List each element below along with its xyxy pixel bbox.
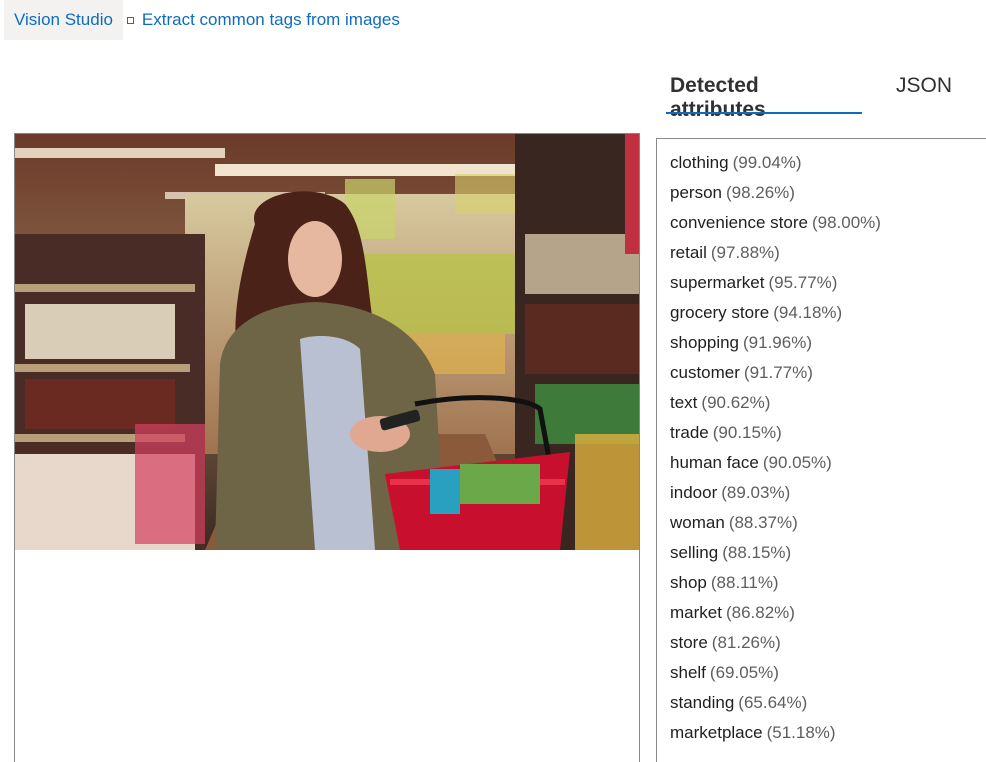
tag-confidence: (97.88%): [710, 243, 780, 262]
tag-name: indoor: [670, 483, 718, 502]
tag-item: shopping (91.96%): [670, 329, 986, 359]
tag-item: marketplace (51.18%): [670, 719, 986, 749]
tag-item: standing (65.64%): [670, 689, 986, 719]
tag-name: text: [670, 393, 698, 412]
tag-name: shopping: [670, 333, 740, 352]
tag-item: woman (88.37%): [670, 509, 986, 539]
tag-confidence: (94.18%): [773, 303, 843, 322]
tag-item: indoor (89.03%): [670, 479, 986, 509]
tag-confidence: (86.82%): [725, 603, 795, 622]
tag-name: convenience store: [670, 213, 808, 232]
tag-item: retail (97.88%): [670, 239, 986, 269]
tag-name: shelf: [670, 663, 706, 682]
tag-item: customer (91.77%): [670, 359, 986, 389]
breadcrumb-home-link[interactable]: Vision Studio: [4, 0, 123, 40]
tab-detected-attributes[interactable]: Detected attributes: [666, 68, 862, 121]
tag-confidence: (90.15%): [712, 423, 782, 442]
page: Vision Studio Extract common tags from i…: [0, 0, 986, 762]
breadcrumb-separator-icon: [126, 16, 134, 24]
tag-confidence: (88.15%): [722, 543, 792, 562]
breadcrumb: Vision Studio Extract common tags from i…: [4, 0, 400, 40]
tag-name: woman: [670, 513, 725, 532]
tag-item: market (86.82%): [670, 599, 986, 629]
tag-confidence: (51.18%): [766, 723, 836, 742]
tag-confidence: (90.62%): [701, 393, 771, 412]
tag-name: selling: [670, 543, 719, 562]
tag-confidence: (69.05%): [709, 663, 779, 682]
tag-confidence: (90.05%): [762, 453, 832, 472]
tag-confidence: (89.03%): [721, 483, 791, 502]
tag-confidence: (88.37%): [728, 513, 798, 532]
tag-item: store (81.26%): [670, 629, 986, 659]
sample-image: [15, 134, 639, 550]
tag-item: clothing (99.04%): [670, 149, 986, 179]
detected-attributes-panel: clothing (99.04%) person (98.26%) convenie…: [656, 138, 986, 762]
tag-confidence: (95.77%): [768, 273, 838, 292]
tag-name: standing: [670, 693, 735, 712]
tag-name: clothing: [670, 153, 729, 172]
tag-confidence: (91.96%): [743, 333, 812, 352]
tag-name: retail: [670, 243, 707, 262]
tag-confidence: (91.77%): [743, 363, 813, 382]
tag-item: supermarket (95.77%): [670, 269, 986, 299]
tag-name: grocery store: [670, 303, 770, 322]
tag-item: selling (88.15%): [670, 539, 986, 569]
tag-confidence: (65.64%): [738, 693, 808, 712]
tag-name: supermarket: [670, 273, 765, 292]
tag-item: human face (90.05%): [670, 449, 986, 479]
tag-confidence: (98.26%): [725, 183, 795, 202]
tag-item: shop (88.11%): [670, 569, 986, 599]
tag-name: shop: [670, 573, 707, 592]
tag-item: trade (90.15%): [670, 419, 986, 449]
tag-name: human face: [670, 453, 759, 472]
tag-name: person: [670, 183, 722, 202]
tag-confidence: (81.26%): [711, 633, 781, 652]
tag-name: trade: [670, 423, 709, 442]
tag-name: marketplace: [670, 723, 763, 742]
tag-name: market: [670, 603, 722, 622]
tag-name: store: [670, 633, 708, 652]
tag-item: grocery store (94.18%): [670, 299, 986, 329]
tag-name: customer: [670, 363, 740, 382]
breadcrumb-current-link[interactable]: Extract common tags from images: [142, 10, 400, 30]
tag-confidence: (99.04%): [732, 153, 802, 172]
tag-item: text (90.62%): [670, 389, 986, 419]
tag-list: clothing (99.04%) person (98.26%) convenie…: [657, 139, 986, 749]
image-panel: [14, 133, 640, 762]
tag-item: shelf (69.05%): [670, 659, 986, 689]
tag-confidence: (88.11%): [710, 573, 779, 592]
tag-confidence: (98.00%): [811, 213, 881, 232]
tag-item: convenience store (98.00%): [670, 209, 986, 239]
result-tabs: Detected attributes JSON: [666, 68, 986, 121]
tag-item: person (98.26%): [670, 179, 986, 209]
tab-json[interactable]: JSON: [892, 68, 956, 108]
